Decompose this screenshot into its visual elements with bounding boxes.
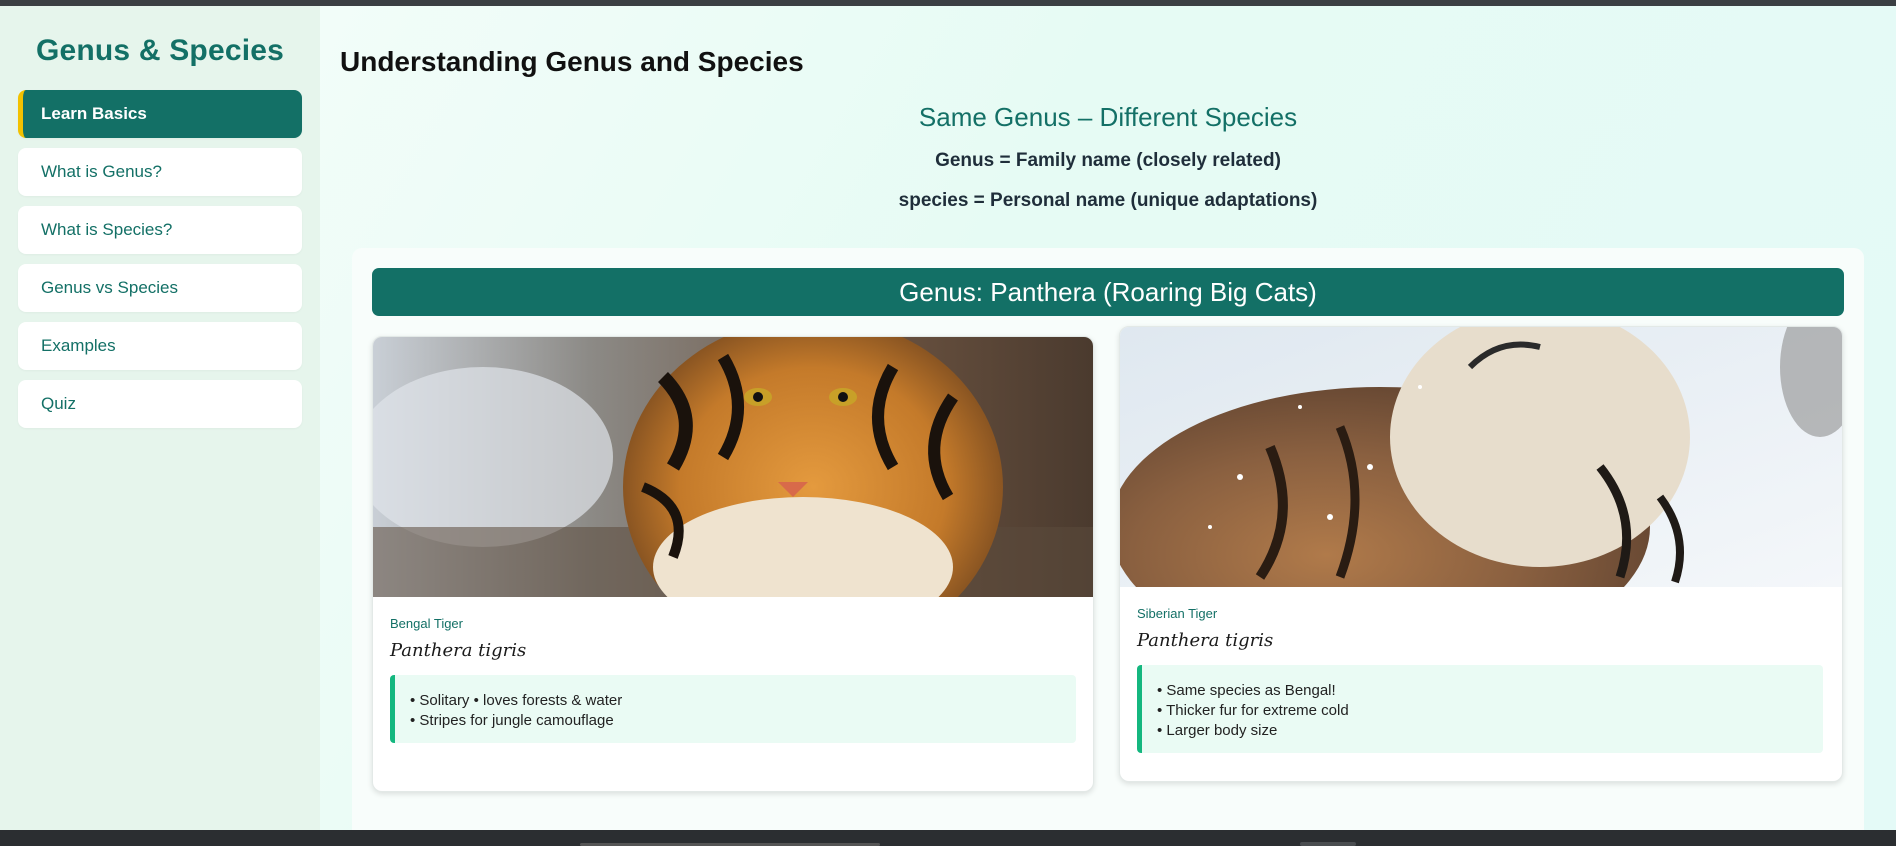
- sidebar-item-label: What is Genus?: [41, 162, 162, 181]
- scientific-name: Panthera tigris: [1137, 630, 1274, 651]
- sidebar-item-label: Genus vs Species: [41, 278, 179, 297]
- facts-box: • Same species as Bengal! • Thicker fur …: [1137, 665, 1823, 753]
- species-rule: species = Personal name (unique adaptati…: [898, 190, 1318, 211]
- scientific-name: Panthera tigris: [390, 640, 527, 661]
- taskbar: [0, 830, 1896, 846]
- common-name: Siberian Tiger: [1137, 606, 1218, 621]
- genus-header: Genus: Panthera (Roaring Big Cats): [372, 268, 1844, 316]
- app-root: Genus & Species Learn Basics What is Gen…: [0, 6, 1896, 846]
- sidebar-item-genus-vs-species[interactable]: Genus vs Species: [18, 264, 302, 312]
- fact-line: • Stripes for jungle camouflage: [410, 712, 614, 729]
- sidebar-item-label: What is Species?: [41, 220, 173, 239]
- facts-box: • Solitary • loves forests & water • Str…: [390, 675, 1076, 743]
- fact-line: • Larger body size: [1157, 722, 1278, 739]
- fact-line: • Solitary • loves forests & water: [410, 692, 623, 709]
- species-card-bengal: Bengal Tiger Panthera tigris • Solitary …: [372, 336, 1094, 792]
- sidebar: Genus & Species Learn Basics What is Gen…: [0, 6, 320, 830]
- sidebar-item-label: Learn Basics: [41, 104, 147, 123]
- brand-title: Genus & Species: [35, 34, 285, 67]
- bengal-tiger-photo: [373, 337, 1093, 597]
- genus-panel: Genus: Panthera (Roaring Big Cats) Benga…: [352, 248, 1864, 846]
- sidebar-item-what-is-genus[interactable]: What is Genus?: [18, 148, 302, 196]
- sidebar-item-what-is-species[interactable]: What is Species?: [18, 206, 302, 254]
- sidebar-item-examples[interactable]: Examples: [18, 322, 302, 370]
- siberian-tiger-photo: [1120, 327, 1842, 587]
- sidebar-item-label: Examples: [41, 336, 116, 355]
- fact-line: • Thicker fur for extreme cold: [1157, 702, 1349, 719]
- sidebar-item-quiz[interactable]: Quiz: [18, 380, 302, 428]
- sidebar-item-label: Quiz: [41, 394, 76, 413]
- common-name: Bengal Tiger: [390, 616, 463, 631]
- fact-line: • Same species as Bengal!: [1157, 682, 1336, 699]
- sidebar-item-learn-basics[interactable]: Learn Basics: [18, 90, 302, 138]
- genus-rule: Genus = Family name (closely related): [935, 150, 1281, 171]
- species-card-siberian: Siberian Tiger Panthera tigris • Same sp…: [1119, 326, 1843, 782]
- main-content: Understanding Genus and Species Same Gen…: [320, 6, 1896, 846]
- page-title: Understanding Genus and Species: [340, 46, 804, 77]
- taskbar-indicator: [1300, 842, 1356, 846]
- section-subtitle: Same Genus – Different Species: [918, 102, 1298, 132]
